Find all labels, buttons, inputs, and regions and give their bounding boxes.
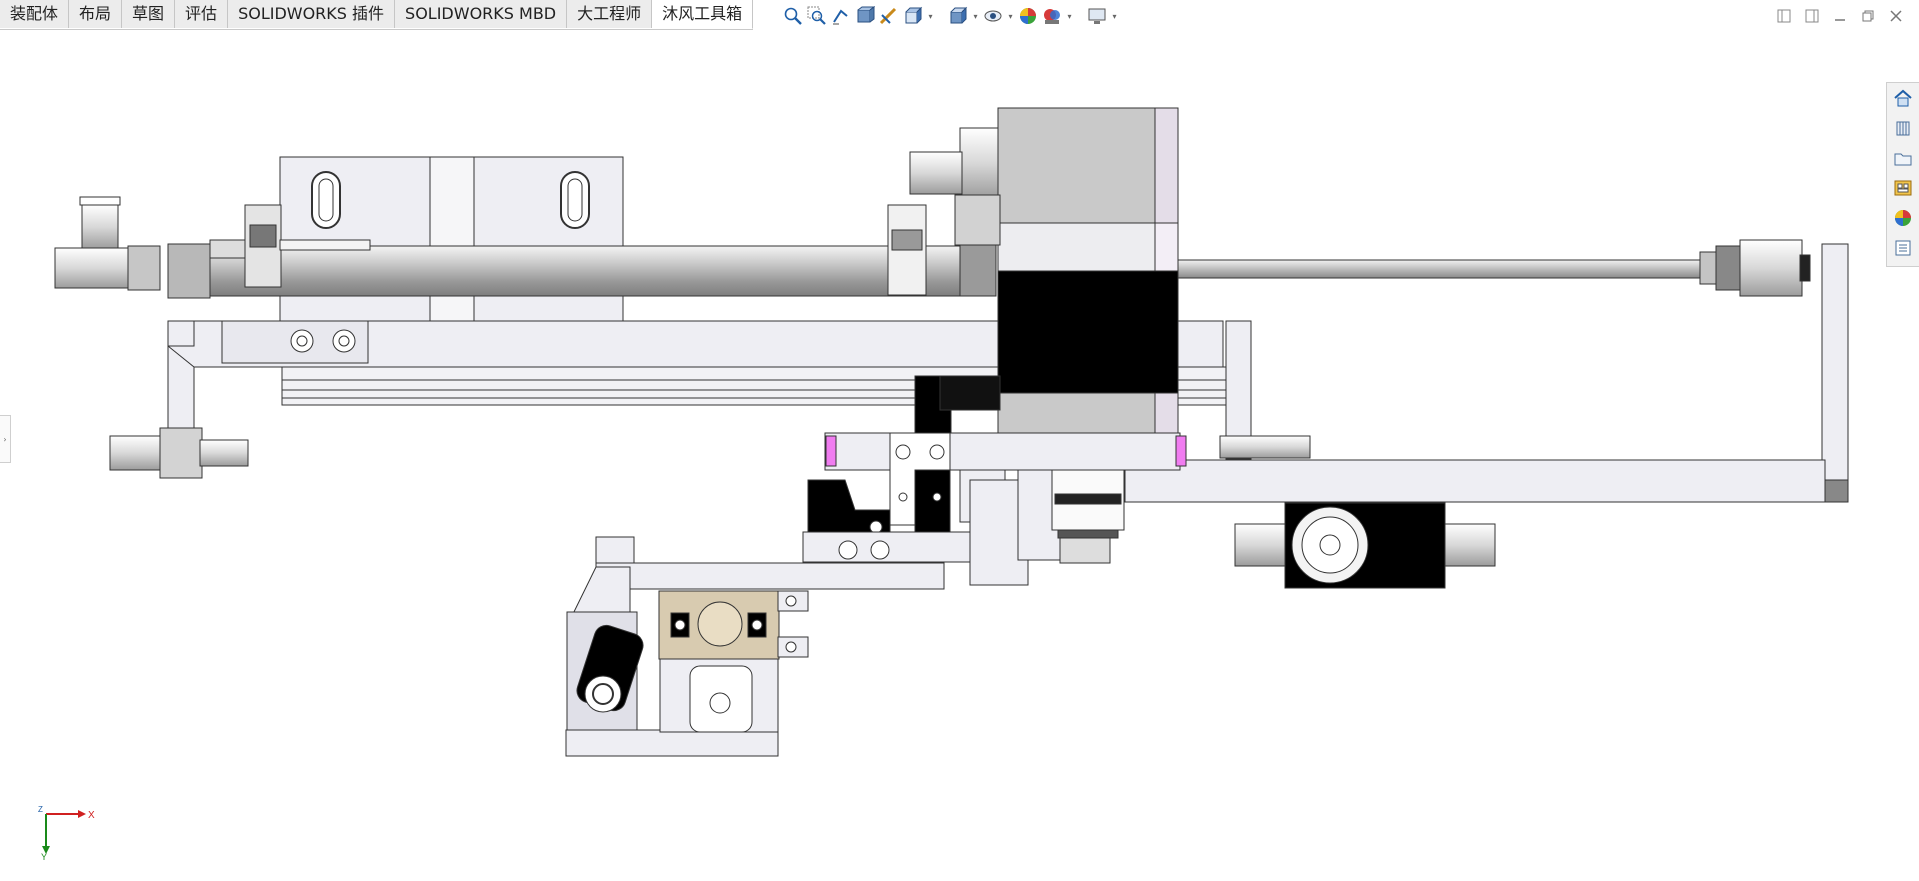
reference-triad: X Y Z (38, 805, 95, 860)
stepper-motor[interactable] (997, 107, 1179, 224)
guide-rod[interactable] (1175, 259, 1712, 279)
push-fitting[interactable] (81, 204, 119, 250)
graphics-area-model[interactable] (0, 0, 1919, 881)
triad-x-label: X (88, 810, 95, 821)
triad-z-label: Z (38, 805, 43, 814)
end-bracket[interactable] (1821, 243, 1849, 503)
carriage-plate[interactable] (824, 432, 1181, 471)
lower-right-bar[interactable] (1124, 459, 1826, 503)
triad-y-label: Y (41, 852, 47, 860)
pneumatic-cylinder[interactable] (169, 245, 991, 297)
